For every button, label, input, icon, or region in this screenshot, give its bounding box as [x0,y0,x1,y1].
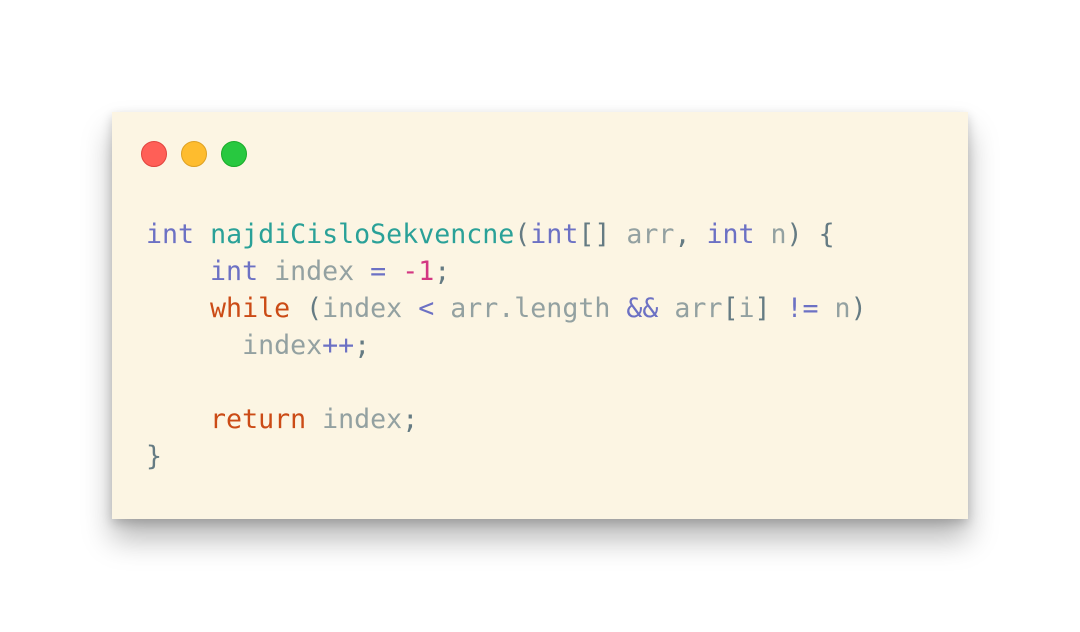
close-button[interactable] [141,141,167,167]
code-token-identifier: arr [658,293,723,324]
code-token-punctuation: ] [754,293,787,324]
code-token-type: int [530,219,579,250]
code-token-identifier: arr.length [434,293,627,324]
code-token-punctuation: ) { [786,219,835,250]
code-token-identifier [194,219,210,250]
code-token-identifier [146,256,210,287]
code-token-punctuation: [ [722,293,739,324]
code-line: } [146,438,867,475]
code-token-identifier: index [322,293,419,324]
code-token-identifier [146,330,242,361]
code-token-operator: != [786,293,819,324]
code-token-punctuation: ; [354,330,371,361]
code-token-number: 1 [418,256,435,287]
code-token-punctuation: , [674,219,707,250]
code-token-identifier: i [738,293,755,324]
code-token-punctuation: [] [578,219,627,250]
code-token-punctuation: ( [290,293,323,324]
code-token-identifier: index [242,330,323,361]
code-token-identifier: index [306,404,403,435]
code-token-punctuation: ( [514,219,531,250]
code-token-punctuation: } [146,441,163,472]
code-token-punctuation: ) [850,293,867,324]
code-token-type: int [706,219,755,250]
code-token-identifier: n [818,293,851,324]
code-line: return index; [146,401,867,438]
code-token-operator: < [418,293,435,324]
code-token-type: int [146,219,195,250]
code-token-identifier [146,404,210,435]
code-token-type: int [210,256,259,287]
code-line: while (index < arr.length && arr[i] != n… [146,290,867,327]
code-line: int najdiCisloSekvencne(int[] arr, int n… [146,216,867,253]
code-token-identifier [386,256,402,287]
code-token-operator: = [370,256,387,287]
code-window: int najdiCisloSekvencne(int[] arr, int n… [112,112,968,519]
code-token-keyword: return [210,404,307,435]
code-token-punctuation: ; [434,256,451,287]
code-token-operator: && [626,293,659,324]
code-token-identifier: arr [626,219,675,250]
code-line: index++; [146,327,867,364]
minimize-button[interactable] [181,141,207,167]
code-token-identifier: index [258,256,371,287]
code-token-identifier: n [770,219,787,250]
code-token-identifier [146,293,210,324]
code-token-operator: ++ [322,330,355,361]
code-token-punctuation: ; [402,404,419,435]
zoom-button[interactable] [221,141,247,167]
code-token-keyword: while [210,293,291,324]
code-token-identifier [755,219,771,250]
code-token-number: - [402,256,419,287]
code-block: int najdiCisloSekvencne(int[] arr, int n… [146,216,867,475]
code-line: int index = -1; [146,253,867,290]
code-token-function: najdiCisloSekvencne [210,219,515,250]
